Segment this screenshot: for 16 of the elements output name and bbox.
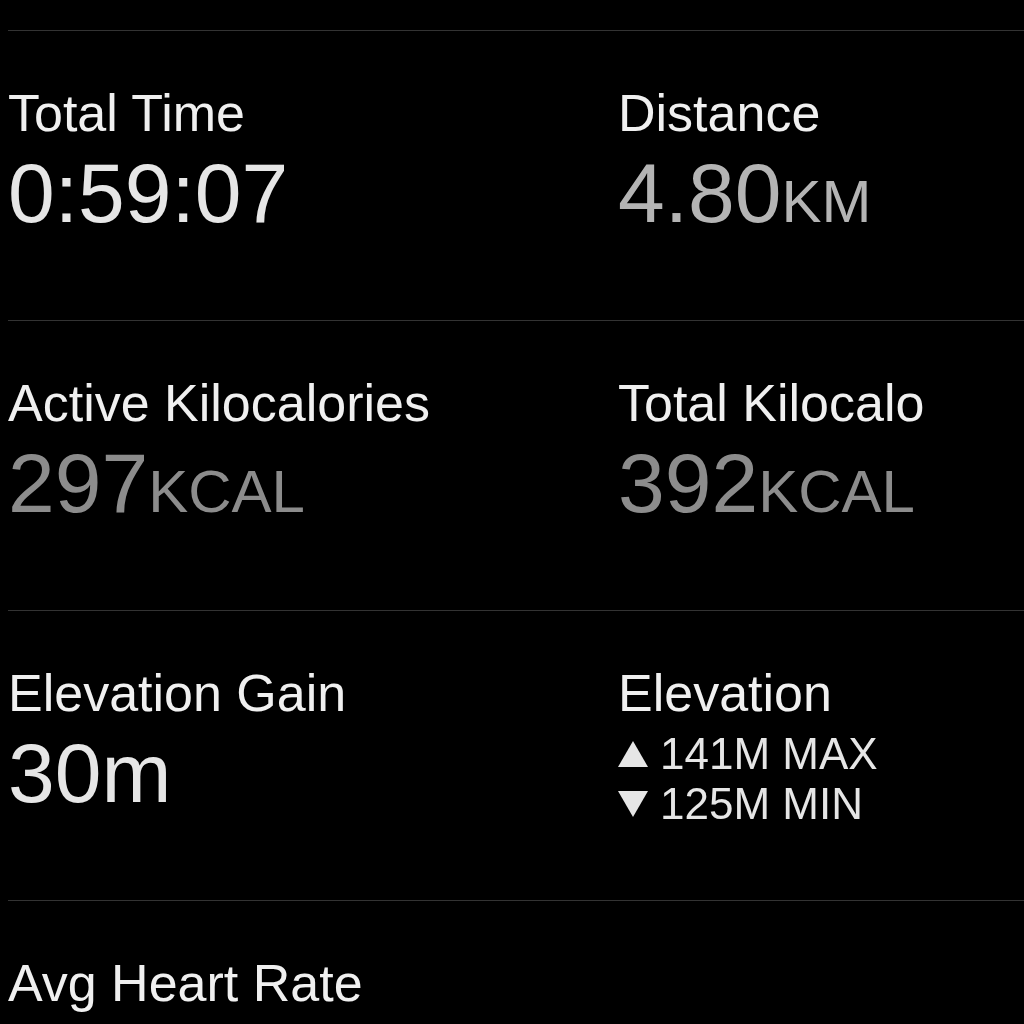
up-triangle-icon [618, 741, 648, 767]
min-elevation: 125M MIN [660, 779, 863, 829]
max-elevation: 141M MAX [660, 729, 878, 779]
stat-value: 392KCAL [618, 435, 915, 532]
stat-value: 0:59:07 [8, 145, 289, 242]
stat-label: Avg Heart Rate [8, 953, 363, 1014]
down-triangle-icon [618, 791, 648, 817]
stat-label: Active Kilocalories [8, 373, 430, 434]
stat-label: Elevation [618, 663, 832, 724]
stat-value: 297KCAL [8, 435, 305, 532]
stat-label: Distance [618, 83, 821, 144]
stat-label: Total Time [8, 83, 245, 144]
stat-label: Total Kilocalo [618, 373, 925, 434]
stat-label: Elevation Gain [8, 663, 347, 724]
stat-value: 4.80KM [618, 145, 872, 242]
stat-value: 30m [8, 725, 172, 822]
